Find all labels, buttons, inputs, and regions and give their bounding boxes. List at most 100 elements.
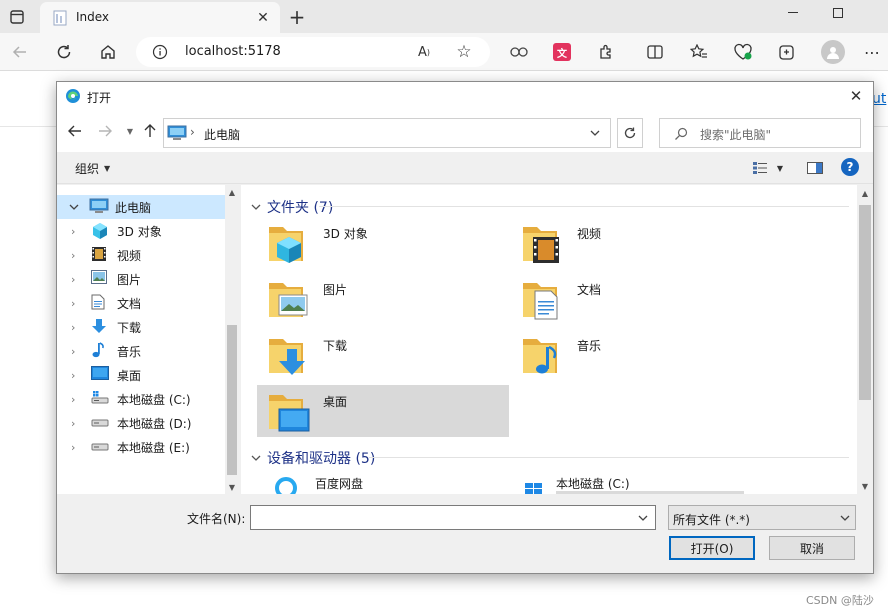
nav-item-downloads[interactable]: › 下载 — [57, 315, 225, 339]
folder-music[interactable]: 音乐 — [511, 329, 763, 383]
expanded-chevron-icon[interactable] — [69, 204, 85, 210]
dialog-close-icon[interactable]: ✕ — [845, 86, 867, 106]
translate-extension-icon[interactable]: 文 — [553, 43, 571, 61]
nav-item-music[interactable]: › 音乐 — [57, 339, 225, 363]
collapse-group-icon[interactable] — [251, 204, 261, 210]
nav-item-videos[interactable]: › 视频 — [57, 243, 225, 267]
collapsed-chevron-icon[interactable]: › — [71, 441, 87, 454]
folder-3d-objects[interactable]: 3D 对象 — [257, 217, 509, 271]
scroll-up-icon[interactable]: ▲ — [225, 185, 239, 199]
watermark: CSDN @陆沙 — [806, 594, 874, 607]
this-pc-icon — [167, 125, 187, 141]
tab-actions-icon[interactable] — [6, 7, 28, 27]
collapsed-chevron-icon[interactable]: › — [71, 369, 87, 382]
collapsed-chevron-icon[interactable]: › — [71, 249, 87, 262]
browser-tab[interactable]: Index ✕ — [40, 2, 280, 33]
collapsed-chevron-icon[interactable]: › — [71, 417, 87, 430]
nav-item-drive-c[interactable]: › 本地磁盘 (C:) — [57, 387, 225, 411]
extensions-games-icon[interactable] — [505, 38, 533, 66]
device-drive-c[interactable]: 本地磁盘 (C:) — [511, 475, 831, 494]
collapsed-chevron-icon[interactable]: › — [71, 393, 87, 406]
preview-pane-icon[interactable] — [805, 159, 825, 177]
scroll-down-icon[interactable]: ▼ — [225, 480, 239, 494]
view-options-icon[interactable] — [751, 159, 769, 177]
scroll-up-icon[interactable]: ▲ — [857, 185, 873, 201]
folder-label: 文档 — [577, 283, 602, 297]
profile-avatar[interactable] — [821, 40, 845, 64]
collapsed-chevron-icon[interactable]: › — [71, 273, 87, 286]
browser-essentials-icon[interactable] — [729, 38, 757, 66]
nav-item-label: 本地磁盘 (E:) — [117, 440, 190, 455]
collections-icon[interactable] — [773, 38, 801, 66]
nav-item-documents[interactable]: › 文档 — [57, 291, 225, 315]
collapsed-chevron-icon[interactable]: › — [71, 225, 87, 238]
favorite-star-icon[interactable]: ☆ — [454, 42, 474, 62]
favorites-icon[interactable] — [685, 38, 713, 66]
nav-item-3d-objects[interactable]: › 3D 对象 — [57, 219, 225, 243]
drive-usage-bar — [556, 491, 744, 494]
nav-item-this-pc[interactable]: 此电脑 — [57, 195, 225, 219]
tab-close-icon[interactable]: ✕ — [254, 9, 272, 27]
home-icon[interactable] — [94, 38, 122, 66]
folder-pictures-icon — [267, 275, 315, 323]
filename-dropdown-icon[interactable] — [635, 510, 651, 526]
url-text[interactable]: localhost:5178 — [185, 44, 281, 59]
page-link[interactable]: ut — [872, 91, 886, 107]
dialog-refresh-icon[interactable] — [617, 118, 643, 148]
nav-item-drive-e[interactable]: › 本地磁盘 (E:) — [57, 435, 225, 459]
content-scrollbar[interactable]: ▲ ▼ — [857, 185, 873, 494]
address-bar[interactable]: localhost:5178 A) ☆ — [136, 37, 490, 67]
collapse-group-icon[interactable] — [251, 455, 261, 461]
folder-videos[interactable]: 视频 — [511, 217, 763, 271]
help-icon[interactable]: ? — [841, 158, 859, 176]
up-folder-icon[interactable] — [141, 122, 159, 140]
more-menu-icon[interactable]: ⋯ — [858, 38, 886, 66]
collapsed-chevron-icon[interactable]: › — [71, 321, 87, 334]
cancel-button[interactable]: 取消 — [769, 536, 855, 560]
open-button[interactable]: 打开(O) — [669, 536, 755, 560]
extensions-puzzle-icon[interactable] — [592, 38, 620, 66]
device-label: 百度网盘 — [315, 477, 364, 491]
folder-downloads[interactable]: 下载 — [257, 329, 509, 383]
minimize-icon[interactable] — [782, 4, 804, 22]
folder-documents-icon — [521, 275, 569, 323]
nav-item-pictures[interactable]: › 图片 — [57, 267, 225, 291]
new-tab-icon[interactable]: + — [286, 5, 308, 29]
back-icon[interactable] — [6, 38, 34, 66]
devices-group-header[interactable]: 设备和驱动器 (5) — [251, 448, 375, 468]
folder-pictures[interactable]: 图片 — [257, 273, 509, 327]
folders-group-header[interactable]: 文件夹 (7) — [251, 197, 333, 217]
recent-locations-icon[interactable]: ▼ — [123, 122, 137, 140]
folder-desktop[interactable]: 桌面 — [257, 385, 509, 437]
site-info-icon[interactable] — [152, 44, 168, 60]
view-dropdown-icon[interactable]: ▼ — [774, 161, 786, 175]
system-drive-icon — [91, 390, 111, 408]
nav-item-desktop[interactable]: › 桌面 — [57, 363, 225, 387]
refresh-icon[interactable] — [50, 38, 78, 66]
scroll-thumb[interactable] — [227, 325, 237, 475]
filetype-select[interactable]: 所有文件 (*.*) — [668, 505, 856, 530]
breadcrumb-item[interactable]: 此电脑 — [204, 126, 240, 143]
scroll-down-icon[interactable]: ▼ — [857, 478, 873, 494]
collapsed-chevron-icon[interactable]: › — [71, 345, 87, 358]
organize-button[interactable]: 组织 ▼ — [75, 160, 110, 177]
breadcrumb-bar[interactable]: › 此电脑 — [163, 118, 611, 148]
this-pc-icon — [89, 198, 109, 216]
nav-scrollbar[interactable]: ▲ ▼ — [225, 185, 239, 494]
search-input[interactable]: 搜索"此电脑" — [659, 118, 861, 148]
device-baidu-netdisk[interactable]: 百度网盘 — [257, 475, 509, 494]
nav-item-label: 下载 — [117, 320, 142, 335]
split-screen-icon[interactable] — [641, 38, 669, 66]
nav-item-drive-d[interactable]: › 本地磁盘 (D:) — [57, 411, 225, 435]
breadcrumb-dropdown-icon[interactable] — [586, 125, 604, 141]
open-file-dialog: 打开 ✕ ▼ › 此电脑 搜索"此电脑" 组织 ▼ ▼ ? 此电脑 › 3D 对… — [56, 81, 874, 574]
maximize-icon[interactable] — [827, 4, 849, 22]
dialog-back-icon[interactable] — [65, 122, 85, 140]
folder-documents[interactable]: 文档 — [511, 273, 763, 327]
scroll-thumb[interactable] — [859, 205, 871, 400]
dialog-forward-icon[interactable] — [95, 122, 115, 140]
read-aloud-icon[interactable]: A) — [414, 43, 434, 61]
filetype-dropdown-icon[interactable] — [837, 510, 853, 526]
filename-input[interactable] — [250, 505, 656, 530]
collapsed-chevron-icon[interactable]: › — [71, 297, 87, 310]
